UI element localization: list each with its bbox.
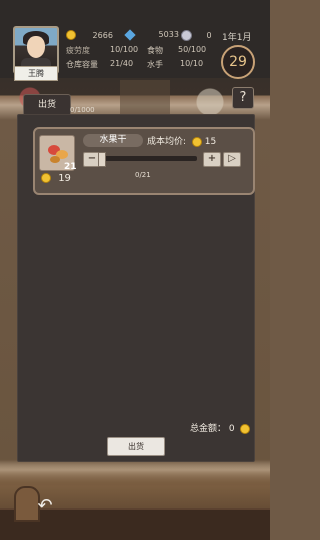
quantity-slider[interactable] [98, 152, 197, 167]
token-icon [181, 30, 192, 41]
token-stat: 0 [181, 30, 212, 41]
sailor-label: 水手 [147, 60, 163, 69]
gem-value: 5033 [158, 30, 179, 39]
goods-stock: 21 [64, 162, 77, 172]
coin-icon [41, 173, 51, 183]
fatigue-value: 10/100 [110, 45, 139, 54]
token-value: 0 [206, 31, 212, 40]
capacity-text: 0/1000 [70, 106, 95, 114]
total-label: 总金额： [190, 424, 227, 434]
tab-sell[interactable]: 出货 [23, 94, 71, 115]
fatigue-stat: 疲劳度 [66, 45, 90, 56]
avg-cost-label: 成本均价: [147, 137, 187, 147]
coin-icon [66, 30, 76, 40]
player-name: 王腾 [14, 66, 58, 81]
game-date: 1年1月 [222, 33, 252, 43]
goods-name: 水果干 [83, 134, 143, 147]
held-gold: 19 [41, 173, 71, 184]
goods-card: 21 19 水果干 成本均价: 15 − + ▷ 0/21 [33, 127, 255, 195]
goods-thumbnail: 21 [39, 135, 77, 172]
avg-cost-value: 15 [204, 137, 217, 147]
back-arrow-icon[interactable]: ↶ [34, 497, 56, 515]
avg-cost: 成本均价: 15 [147, 134, 216, 147]
sell-button[interactable]: 出货 [107, 437, 165, 456]
gem-icon [124, 28, 136, 41]
increase-button[interactable]: + [203, 152, 221, 167]
max-button[interactable]: ▷ [223, 152, 241, 167]
day-counter: 29 [221, 45, 255, 79]
coin-icon [239, 423, 250, 434]
storage-label: 仓库容量 [66, 60, 98, 69]
total-value: 0 [228, 424, 235, 434]
gold-value: 2666 [92, 30, 113, 40]
sell-panel: 21 19 水果干 成本均价: 15 − + ▷ 0/21 总金额： 0 出货 [17, 114, 255, 462]
quantity-text: 0/21 [135, 171, 151, 179]
food-label: 食物 [147, 46, 163, 55]
gold-stat: 2666 [66, 30, 113, 40]
storage-value: 21/40 [110, 59, 134, 68]
top-hud: 王腾 2666 5033 0 1年1月 疲劳度 10/100 食物 50/100… [0, 0, 270, 81]
food-value: 50/100 [178, 45, 207, 54]
gem-stat: 5033 [124, 28, 179, 41]
help-button[interactable]: ? [232, 87, 254, 109]
sailor-value: 10/10 [180, 59, 204, 68]
coin-icon [191, 136, 202, 147]
fatigue-label: 疲劳度 [66, 46, 90, 55]
slider-handle[interactable] [98, 152, 106, 167]
total-amount: 总金额： 0 [190, 421, 250, 434]
held-gold-value: 19 [58, 173, 71, 184]
